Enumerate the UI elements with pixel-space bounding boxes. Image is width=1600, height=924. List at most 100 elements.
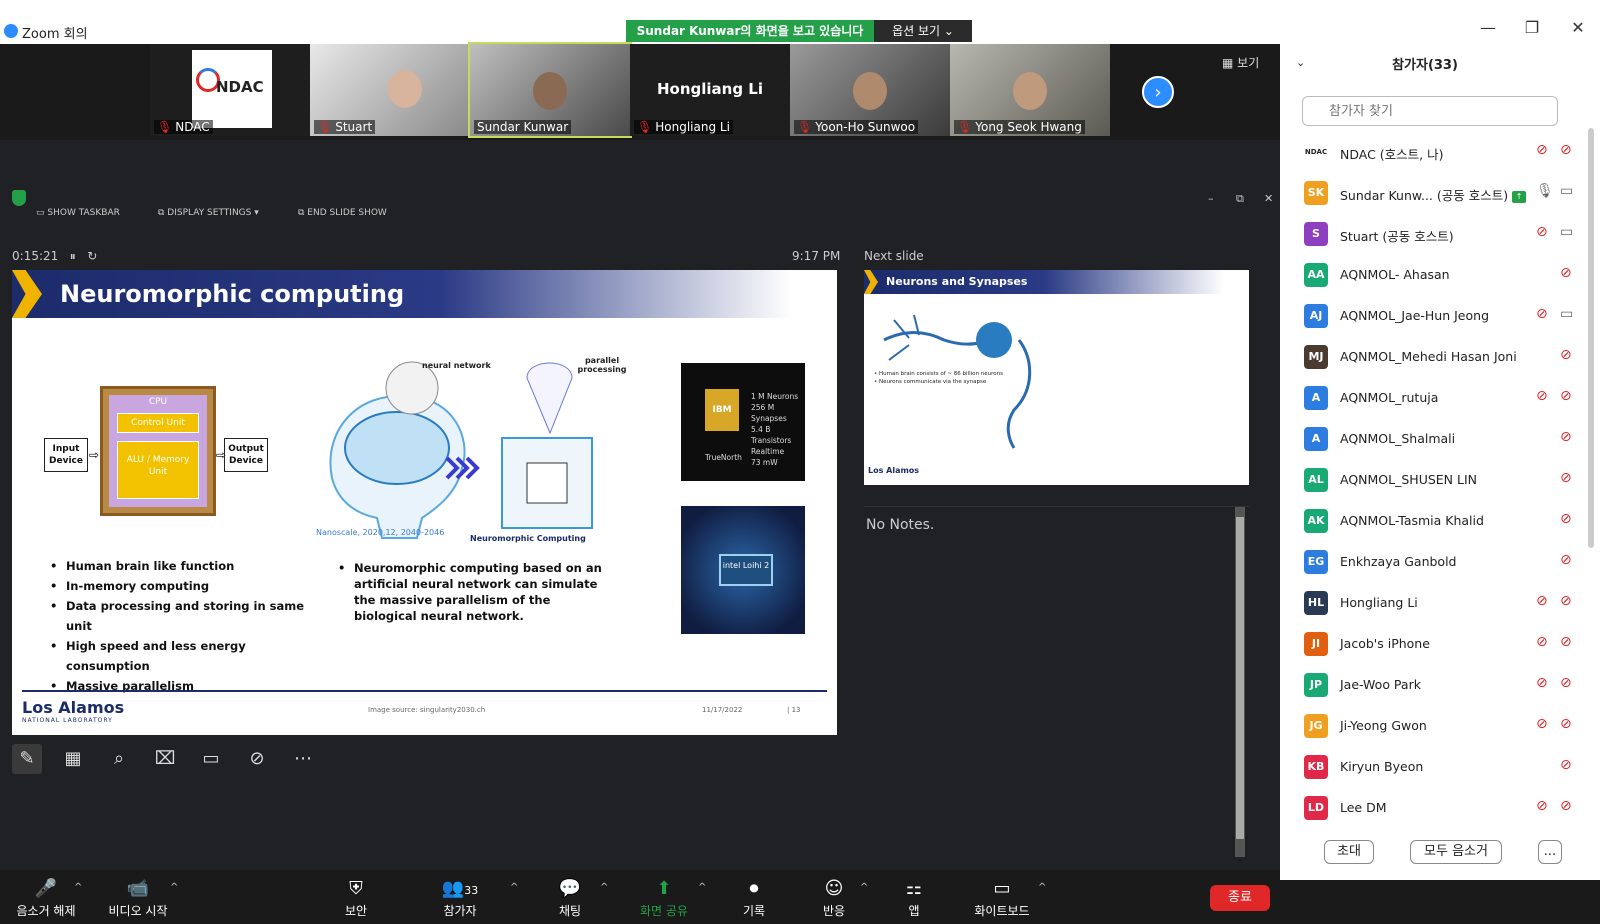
video-off-icon[interactable]: ⊘ — [1560, 388, 1572, 404]
security-button[interactable]: ⛨ 보안 — [316, 876, 396, 919]
pause-icon[interactable]: ⏸ — [70, 249, 76, 263]
pp-minimize-icon[interactable]: – — [1208, 192, 1214, 205]
mic-muted-icon[interactable]: ⊘ — [1560, 347, 1572, 363]
participant-name: Enkhzaya Ganbold — [1340, 554, 1457, 569]
close-button[interactable]: ✕ — [1566, 18, 1590, 37]
video-off-icon[interactable]: ⊘ — [1560, 142, 1572, 158]
pp-restore-icon[interactable]: ⧉ — [1236, 192, 1244, 206]
mic-muted-icon[interactable]: ⊘ — [1560, 552, 1572, 568]
participants-button[interactable]: 👥33 참가자 — [420, 876, 500, 919]
participant-row[interactable]: JI Jacob's iPhone ⊘ ⊘ — [1280, 624, 1580, 665]
mic-muted-icon[interactable]: ⊘ — [1560, 757, 1572, 773]
mic-muted-icon[interactable]: ⊘ — [1536, 224, 1548, 240]
participant-name: Sundar Kunw... (공동 호스트) ↑ — [1340, 185, 1527, 204]
next-page-arrow-icon[interactable]: › — [1142, 76, 1174, 108]
camera-off-icon[interactable]: ⊘ — [242, 744, 272, 774]
zoom-magnifier-icon[interactable]: ⌕ — [104, 744, 134, 774]
restore-button[interactable]: ❐ — [1520, 18, 1544, 37]
video-icon[interactable]: ▭ — [1560, 306, 1573, 322]
display-settings-button[interactable]: ⧉ DISPLAY SETTINGS ▾ — [158, 208, 259, 218]
participant-row[interactable]: JG Ji-Yeong Gwon ⊘ ⊘ — [1280, 706, 1580, 747]
participant-row[interactable]: LD Lee DM ⊘ ⊘ — [1280, 788, 1580, 829]
end-slide-show-button[interactable]: ⧉ END SLIDE SHOW — [298, 208, 387, 218]
participant-row[interactable]: EG Enkhzaya Ganbold ⊘ — [1280, 542, 1580, 583]
mic-icon[interactable]: 🎙 — [1536, 183, 1554, 199]
show-taskbar-button[interactable]: ▭ SHOW TASKBAR — [36, 208, 120, 218]
video-thumbnail-active[interactable]: Sundar Kunwar — [468, 42, 632, 138]
participant-row[interactable]: SK Sundar Kunw... (공동 호스트) ↑ 🎙 ▭ — [1280, 173, 1580, 214]
participant-row[interactable]: A AQNMOL_Shalmali ⊘ — [1280, 419, 1580, 460]
share-screen-button[interactable]: ⬆ 화면 공유 — [624, 876, 704, 919]
chevron-up-icon[interactable]: ^ — [1038, 882, 1046, 893]
whiteboard-button[interactable]: ▭ 화이트보드 — [962, 876, 1042, 919]
cpu-diagram: CPU Control Unit ALU / Memory Unit — [100, 386, 216, 516]
video-off-icon[interactable]: ⊘ — [1560, 798, 1572, 814]
start-video-button[interactable]: 📹 비디오 시작 — [98, 876, 178, 919]
chevron-up-icon[interactable]: ^ — [698, 882, 706, 893]
participant-avatar: AJ — [1304, 304, 1328, 328]
chevron-up-icon[interactable]: ^ — [170, 882, 178, 893]
invite-button[interactable]: 초대 — [1324, 840, 1374, 864]
mic-muted-icon[interactable]: ⊘ — [1536, 716, 1548, 732]
mic-muted-icon[interactable]: ⊘ — [1536, 675, 1548, 691]
mute-all-button[interactable]: 모두 음소거 — [1410, 840, 1502, 864]
video-thumbnail[interactable]: 🎙 Yoon-Ho Sunwoo — [790, 44, 950, 136]
participant-row[interactable]: AA AQNMOL- Ahasan ⊘ — [1280, 255, 1580, 296]
chevron-up-icon[interactable]: ^ — [74, 882, 82, 893]
more-options-icon[interactable]: ⋯ — [288, 744, 318, 774]
participant-row[interactable]: HL Hongliang Li ⊘ ⊘ — [1280, 583, 1580, 624]
participant-row[interactable]: MJ AQNMOL_Mehedi Hasan Joni ⊘ — [1280, 337, 1580, 378]
video-thumbnail[interactable]: 🎙 Stuart — [310, 44, 470, 136]
mic-muted-icon[interactable]: ⊘ — [1536, 634, 1548, 650]
chevron-up-icon[interactable]: ^ — [600, 882, 608, 893]
participant-row[interactable]: AJ AQNMOL_Jae-Hun Jeong ⊘ ▭ — [1280, 296, 1580, 337]
mic-muted-icon[interactable]: ⊘ — [1560, 470, 1572, 486]
participant-row[interactable]: JP Jae-Woo Park ⊘ ⊘ — [1280, 665, 1580, 706]
video-icon[interactable]: ▭ — [1560, 224, 1573, 240]
video-icon[interactable]: ▭ — [1560, 183, 1573, 199]
mic-muted-icon[interactable]: ⊘ — [1536, 306, 1548, 322]
video-off-icon[interactable]: ⊘ — [1560, 634, 1572, 650]
mic-muted-icon: 🎙 — [797, 120, 813, 134]
mic-muted-icon[interactable]: ⊘ — [1560, 265, 1572, 281]
slide-sorter-icon[interactable]: ▦ — [58, 744, 88, 774]
subtitles-icon[interactable]: ▭ — [196, 744, 226, 774]
participant-row[interactable]: AK AQNMOL-Tasmia Khalid ⊘ — [1280, 501, 1580, 542]
participant-list-scrollbar[interactable] — [1588, 128, 1594, 548]
reset-icon[interactable]: ↻ — [87, 249, 97, 263]
participant-row[interactable]: A AQNMOL_rutuja ⊘ ⊘ — [1280, 378, 1580, 419]
video-thumbnail[interactable]: NDAC 🎙 NDAC — [150, 44, 310, 136]
participant-row[interactable]: AL AQNMOL_SHUSEN LIN ⊘ — [1280, 460, 1580, 501]
minimize-button[interactable]: — — [1476, 18, 1500, 37]
video-off-icon[interactable]: ⊘ — [1560, 675, 1572, 691]
mic-muted-icon[interactable]: ⊘ — [1536, 593, 1548, 609]
pp-close-icon[interactable]: ✕ — [1264, 192, 1273, 205]
more-options-button[interactable]: ... — [1538, 840, 1562, 864]
participant-row[interactable]: KB Kiryun Byeon ⊘ — [1280, 747, 1580, 788]
mic-muted-icon[interactable]: ⊘ — [1560, 511, 1572, 527]
apps-button[interactable]: ⚏ 앱 — [874, 876, 954, 919]
mic-muted-icon[interactable]: ⊘ — [1536, 798, 1548, 814]
screen-icon[interactable]: ⌧ — [150, 744, 180, 774]
notes-scrollbar[interactable] — [1235, 507, 1245, 857]
pen-icon[interactable]: ✎ — [12, 744, 42, 774]
participant-search-input[interactable] — [1302, 96, 1558, 126]
view-options-button[interactable]: 옵션 보기 ⌄ — [874, 20, 972, 42]
mic-muted-icon[interactable]: ⊘ — [1536, 142, 1548, 158]
participant-row[interactable]: NDAC NDAC (호스트, 나) ⊘ ⊘ — [1280, 132, 1580, 173]
video-thumbnail[interactable]: Hongliang Li 🎙 Hongliang Li — [630, 44, 790, 136]
record-button[interactable]: ⏺ 기록 — [714, 876, 794, 919]
view-button[interactable]: ▦ 보기 — [1222, 54, 1259, 71]
end-meeting-button[interactable]: 종료 — [1210, 885, 1270, 911]
video-off-icon[interactable]: ⊘ — [1560, 716, 1572, 732]
chevron-up-icon[interactable]: ^ — [510, 882, 518, 893]
chat-button[interactable]: 💬 채팅 — [530, 876, 610, 919]
chevron-up-icon[interactable]: ^ — [860, 882, 868, 893]
thumbnail-name: 🎙 Yong Seok Hwang — [954, 120, 1085, 134]
speaker-notes: No Notes. — [864, 506, 1249, 857]
mic-muted-icon[interactable]: ⊘ — [1536, 388, 1548, 404]
video-thumbnail[interactable]: 🎙 Yong Seok Hwang — [950, 44, 1110, 136]
video-off-icon[interactable]: ⊘ — [1560, 593, 1572, 609]
participant-row[interactable]: S Stuart (공동 호스트) ⊘ ▭ — [1280, 214, 1580, 255]
mic-muted-icon[interactable]: ⊘ — [1560, 429, 1572, 445]
